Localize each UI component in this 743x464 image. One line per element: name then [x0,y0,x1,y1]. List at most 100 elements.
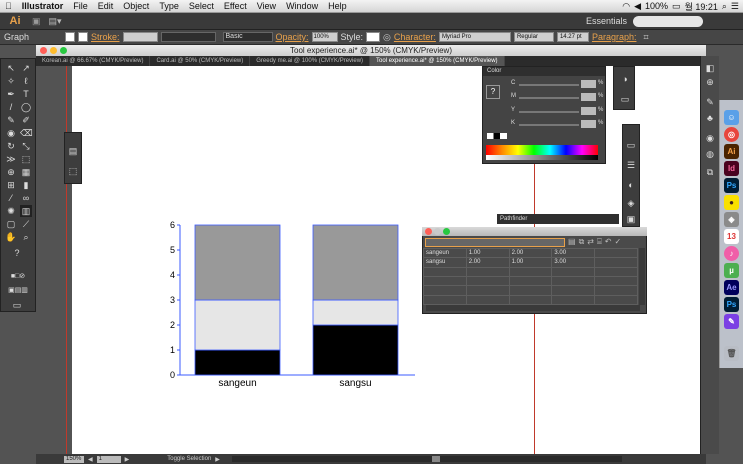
panel-icon-3[interactable]: ◑ [619,73,631,85]
line-tool-icon[interactable]: / [5,101,17,113]
color-mode-icon[interactable]: ■□⊘ [4,271,32,283]
graph-data-minimize-button[interactable] [434,228,441,235]
menu-view[interactable]: View [252,1,281,11]
workspace-switcher[interactable]: Essentials [586,16,633,26]
kakaotalk-icon[interactable]: ● [724,195,739,210]
table-row[interactable] [423,294,638,306]
artboard-tool-icon[interactable]: ▢ [5,218,17,230]
direct-selection-tool-icon[interactable]: ↗ [20,62,32,74]
spotlight-icon[interactable]: ⌕ [722,1,727,12]
none-white-black-swatches[interactable] [487,133,507,139]
tab-greedy-me[interactable]: Greedy me.ai @ 100% (CMYK/Preview) [250,56,371,66]
m-value-field[interactable] [581,93,596,101]
pencil-tool-icon[interactable]: ✐ [20,114,32,126]
layers-panel-icon[interactable]: ◈ [625,197,637,209]
photo-app-icon[interactable]: ◈ [724,212,739,227]
align-panel-icon[interactable]: ☰ [625,159,637,171]
drawing-mode-icon[interactable]: ▣▤▥ [4,285,32,297]
fill-swatch[interactable] [65,32,75,42]
artboards-panel-icon[interactable]: ▣ [625,213,637,225]
fill-stroke-icon[interactable]: ? [5,247,29,259]
column-graph-tool-icon[interactable]: ▥ [20,205,32,217]
zoom-window-button[interactable] [60,47,67,54]
table-cell[interactable]: 3.00 [551,247,596,259]
panel-icon[interactable]: ▤ [67,145,79,157]
y-tick-label[interactable]: 0 [170,370,175,380]
mesh-tool-icon[interactable]: ⊞ [5,179,17,191]
transpose-icon[interactable]: ⧉ [579,237,588,246]
rotate-tool-icon[interactable]: ↻ [5,140,17,152]
stacked-bar-chart[interactable]: 0 1 2 3 4 5 6 sangeun sangsu [150,218,430,388]
pathfinder-panel-icon[interactable]: ⧉ [704,166,716,178]
row-label[interactable]: sangeun [423,247,467,259]
slice-tool-icon[interactable]: ⟋ [20,218,32,230]
trash-icon[interactable]: 🗑 [724,346,739,361]
menu-select[interactable]: Select [184,1,219,11]
stroke-weight-field[interactable] [122,32,158,42]
graph-data-scrollbar[interactable] [426,305,640,311]
pathfinder-panel-header[interactable]: Pathfinder [497,214,619,224]
k-value-field[interactable] [581,120,596,128]
menu-app-name[interactable]: Illustrator [17,1,69,11]
menu-type[interactable]: Type [154,1,184,11]
notification-icon[interactable]: ☰ [731,1,739,12]
photoshop-dock-icon[interactable]: Ps [724,178,739,193]
clock[interactable]: 월 19:21 [685,0,718,13]
bar-segment[interactable] [312,324,399,376]
k-slider[interactable] [519,124,579,126]
color-guide-icon[interactable]: ◍ [704,148,716,160]
ellipse-tool-icon[interactable]: ◯ [20,101,32,113]
tab-card[interactable]: Card.ai @ 50% (CMYK/Preview) [150,56,251,66]
opacity-label[interactable]: Opacity: [276,32,309,42]
bar-segment[interactable] [312,224,399,301]
y-tick-label[interactable]: 6 [170,220,175,230]
stroke-label[interactable]: Stroke: [91,32,120,42]
bar-segment[interactable] [312,299,399,326]
chrome-icon[interactable]: ◎ [724,127,739,142]
y-tick-label[interactable]: 5 [170,245,175,255]
bar-segment[interactable] [194,224,281,301]
table-cell[interactable]: 2.00 [465,257,510,268]
table-row[interactable]: sangeun 1.00 2.00 3.00 [423,247,638,259]
menu-window[interactable]: Window [281,1,323,11]
x-category-label[interactable]: sangeun [218,378,256,388]
horizontal-scroll-thumb[interactable] [431,456,440,462]
appearance-panel-icon[interactable]: ◐ [625,179,637,191]
table-cell[interactable]: 1.00 [508,257,553,268]
paintbrush-tool-icon[interactable]: ✎ [5,114,17,126]
brushes-panel-icon[interactable]: ✎ [704,96,716,108]
graph-data-grid[interactable]: sangeun 1.00 2.00 3.00 sangsu 2.00 1.00 … [423,247,638,306]
paragraph-label[interactable]: Paragraph: [592,32,637,42]
symbols-panel-icon[interactable]: ♣ [704,112,716,124]
apple-icon[interactable]:  [0,1,17,11]
zoom-level-field[interactable]: 150% [64,455,84,463]
table-row[interactable] [423,275,638,287]
graphic-style-swatch[interactable] [366,32,381,42]
color-spectrum-grayscale[interactable] [486,155,598,160]
bar-segment[interactable] [194,349,281,376]
stroke-swatch[interactable] [78,32,88,42]
illustrator-dock-icon[interactable]: Ai [724,144,739,159]
graph-data-vscroll[interactable] [639,248,645,305]
table-cell[interactable] [594,247,638,259]
calendar-dock-icon[interactable]: 13 [724,229,739,244]
y-tick-label[interactable]: 1 [170,345,175,355]
menu-object[interactable]: Object [118,1,154,11]
row-label[interactable]: sangsu [423,257,467,268]
transform-icon[interactable]: ⌗ [643,32,648,43]
width-tool-icon[interactable]: ≫ [5,153,17,165]
character-label[interactable]: Character: [394,32,436,42]
horizontal-scrollbar[interactable] [231,456,622,462]
switch-xy-icon[interactable]: ⇄ [587,237,597,246]
gradient-tool-icon[interactable]: ▮ [20,179,32,191]
table-row[interactable] [423,266,638,278]
selection-tool-icon[interactable]: ↖ [5,62,17,74]
bridge-icon[interactable]: ▣ [32,16,41,27]
bar-segment[interactable] [194,299,281,351]
itunes-icon[interactable]: ♪ [724,246,739,261]
tab-tool-experience[interactable]: Tool experience.ai* @ 150% (CMYK/Preview… [370,56,505,66]
help-search-input[interactable] [633,15,703,27]
table-row[interactable]: sangsu 2.00 1.00 3.00 [423,257,638,268]
finder-icon[interactable]: ☺ [724,110,739,125]
y-tick-label[interactable]: 4 [170,270,175,280]
